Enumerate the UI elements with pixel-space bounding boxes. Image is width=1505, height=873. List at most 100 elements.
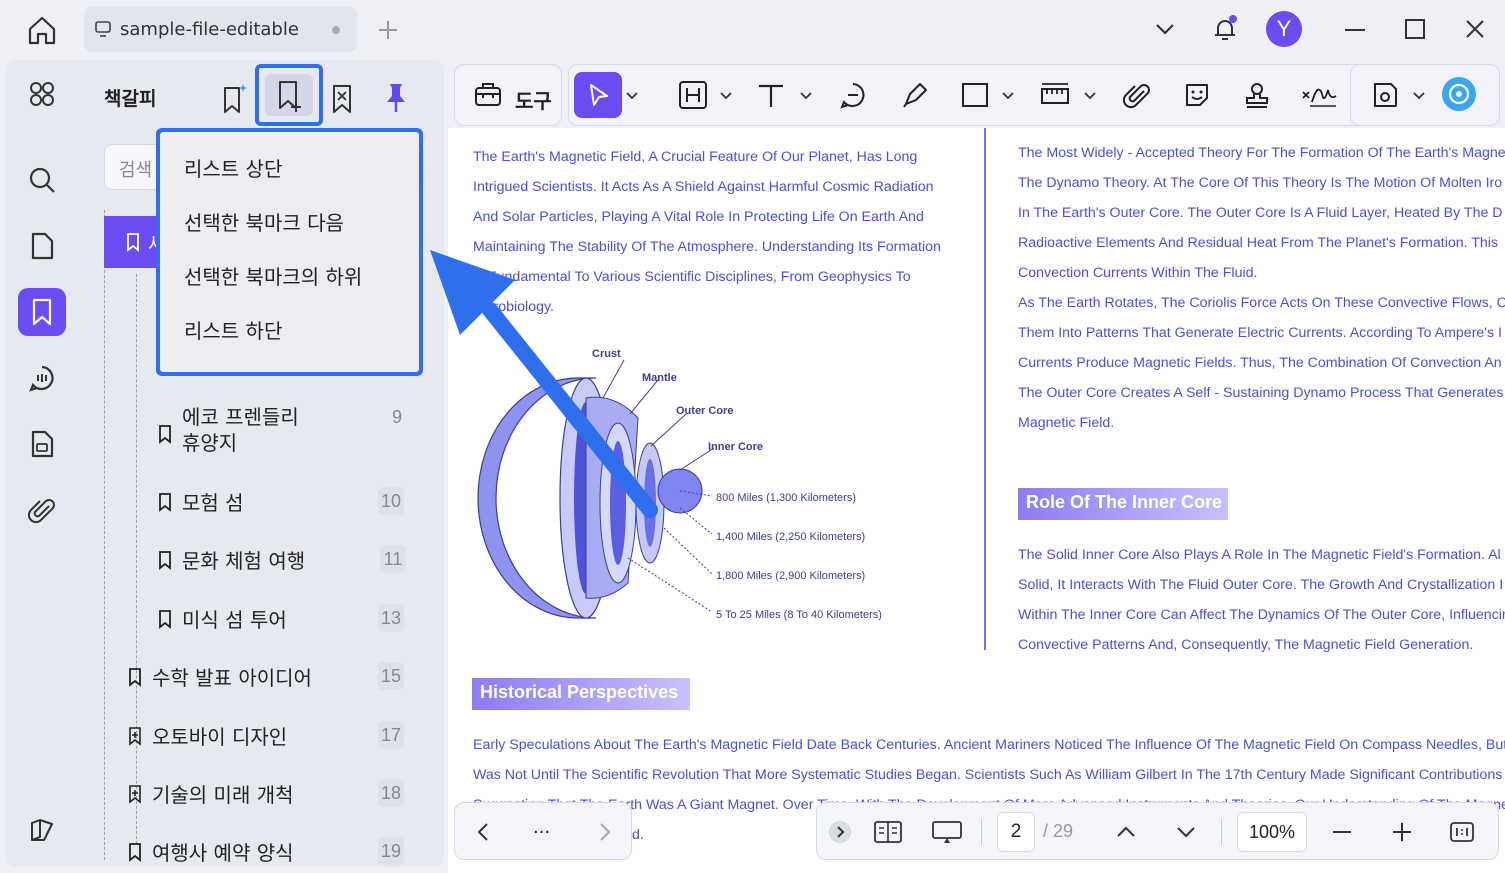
chevron-down-icon[interactable] <box>1084 92 1096 100</box>
body-text: Solid, It Interacts With The Fluid Outer… <box>1018 577 1504 593</box>
bookmark-item[interactable]: 여행사 예약 양식 <box>128 840 294 866</box>
chevron-down-icon[interactable] <box>1002 92 1014 100</box>
unsaved-dot <box>332 26 340 34</box>
body-text: Astrobiology. <box>473 299 554 315</box>
bookmark-page: 15 <box>378 662 404 690</box>
paperclip-icon[interactable] <box>1122 80 1152 110</box>
bookmark-item[interactable]: 기술의 미래 개척 <box>128 782 294 808</box>
zoom-out-icon[interactable] <box>1329 819 1355 845</box>
presentation-icon[interactable] <box>931 819 963 845</box>
pin-icon[interactable] <box>380 80 412 116</box>
body-text: Intrigued Scientists. It Acts As A Shiel… <box>473 179 934 195</box>
diagram-distance: 1,400 Miles (2,250 Kilometers) <box>716 531 866 543</box>
tree-line <box>104 210 105 860</box>
diagram-label: Inner Core <box>708 441 764 453</box>
minimize-icon[interactable] <box>1340 14 1370 44</box>
bookmark-small-icon <box>159 551 171 570</box>
bookmark-label: 오토바이 디자인 <box>152 725 288 749</box>
pages-button[interactable] <box>18 222 66 270</box>
stamp-icon[interactable] <box>1242 80 1272 110</box>
menu-item-list-top[interactable]: 리스트 상단 <box>160 148 419 202</box>
document-icon <box>31 430 54 458</box>
rectangle-icon[interactable] <box>960 80 990 110</box>
highlighter-icon[interactable] <box>900 80 930 110</box>
text-icon[interactable] <box>756 80 786 110</box>
bookmark-label: 에코 프렌들리 <box>182 405 299 429</box>
body-text: And Solar Particles, Playing A Vital Rol… <box>473 209 924 225</box>
bookmark-item[interactable]: 오토바이 디자인 <box>128 724 287 750</box>
more-button[interactable]: ... <box>533 817 550 838</box>
body-text: Convective Patterns And, Consequently, T… <box>1018 637 1474 653</box>
bookmark-small-icon <box>129 843 141 862</box>
zoom-input[interactable]: 100% <box>1237 812 1307 852</box>
layers-button[interactable] <box>18 806 66 854</box>
body-text: Is Fundamental To Various Scientific Dis… <box>473 269 911 285</box>
bookmark-page: 18 <box>378 779 404 807</box>
body-text: Magnetic Field. <box>1018 415 1115 431</box>
diagram-distance: 1,800 Miles (2,900 Kilometers) <box>716 570 866 582</box>
close-icon[interactable] <box>1460 14 1490 44</box>
body-text: Early Speculations About The Earth's Mag… <box>473 737 1505 753</box>
user-avatar[interactable]: Y <box>1266 11 1302 47</box>
tools-button[interactable]: 도구 <box>454 64 562 126</box>
bookmark-item[interactable]: 미식 섬 투어 <box>158 607 287 633</box>
bookmark-page: 11 <box>380 545 406 573</box>
sticker-icon[interactable] <box>1182 80 1212 110</box>
body-text: As The Earth Rotates, The Coriolis Force… <box>1018 295 1505 311</box>
maximize-icon[interactable] <box>1400 14 1430 44</box>
thumbnails-button[interactable] <box>18 70 66 118</box>
selected-bookmark-row[interactable]: 세 <box>104 216 166 268</box>
menu-item-list-bottom[interactable]: 리스트 하단 <box>160 310 419 364</box>
stamp-panel-button[interactable] <box>18 420 66 468</box>
attachments-button[interactable] <box>18 486 66 534</box>
chevron-down-icon[interactable] <box>1173 819 1199 845</box>
actual-size-icon[interactable] <box>1449 819 1475 845</box>
bookmark-page: 10 <box>378 487 404 515</box>
chevron-left-icon[interactable] <box>471 819 497 845</box>
chevron-down-icon[interactable] <box>800 92 812 100</box>
bookmarks-button[interactable] <box>18 288 66 336</box>
home-icon[interactable] <box>24 12 60 48</box>
ai-bookmark-icon[interactable] <box>218 80 250 116</box>
signature-icon[interactable] <box>1300 80 1338 110</box>
comments-button[interactable] <box>18 354 66 402</box>
dropdown-menu: 리스트 상단 선택한 북마크 다음 선택한 북마크의 하위 리스트 하단 <box>160 132 419 372</box>
bookmark-item[interactable]: 모험 섬 <box>158 490 244 516</box>
add-bookmark-dropdown: 리스트 상단 선택한 북마크 다음 선택한 북마크의 하위 리스트 하단 <box>156 128 423 376</box>
heading-icon[interactable] <box>678 80 708 110</box>
bookmark-item[interactable]: 수학 발표 아이디어 <box>128 665 312 691</box>
measure-icon[interactable] <box>1040 80 1070 110</box>
document-tab[interactable]: sample-file-editable <box>84 6 357 52</box>
comment-icon[interactable] <box>838 80 868 110</box>
bookmark-item[interactable]: 에코 프렌들리 휴양지 <box>158 404 299 456</box>
select-tool-button[interactable] <box>574 72 622 118</box>
chevron-down-icon[interactable] <box>1413 92 1425 100</box>
bookmark-x-icon[interactable] <box>326 80 358 116</box>
save-icon[interactable] <box>1370 80 1400 110</box>
ai-assistant-icon[interactable] <box>1441 76 1477 112</box>
comment-icon <box>29 365 54 392</box>
page-layout-icon[interactable] <box>873 819 903 845</box>
new-tab-icon[interactable] <box>374 16 402 44</box>
chevron-down-icon[interactable] <box>626 92 638 100</box>
collapse-icon[interactable] <box>827 819 853 845</box>
chevron-up-icon[interactable] <box>1113 819 1139 845</box>
add-bookmark-button[interactable] <box>255 64 323 126</box>
chevron-right-icon[interactable] <box>591 819 617 845</box>
body-text: The Most Widely - Accepted Theory For Th… <box>1018 145 1505 161</box>
bookmark-item[interactable]: 문화 체험 여행 <box>158 548 305 574</box>
chevron-down-icon[interactable] <box>720 92 732 100</box>
menu-item-after-selected[interactable]: 선택한 북마크 다음 <box>160 202 419 256</box>
column-divider <box>984 128 986 650</box>
diagram-label: Outer Core <box>676 405 734 417</box>
bookmark-page: 9 <box>391 407 402 427</box>
search-placeholder: 검색 <box>119 160 153 181</box>
page-number-input[interactable]: 2 <box>997 812 1035 852</box>
bookmark-label: 미식 섬 투어 <box>182 608 287 632</box>
menu-item-child-of-selected[interactable]: 선택한 북마크의 하위 <box>160 256 419 310</box>
add-bookmark-highlight <box>265 74 313 116</box>
bookmark-page: 13 <box>378 604 404 632</box>
search-button[interactable] <box>18 156 66 204</box>
zoom-in-icon[interactable] <box>1389 819 1415 845</box>
chevron-down-icon[interactable] <box>1150 14 1180 44</box>
